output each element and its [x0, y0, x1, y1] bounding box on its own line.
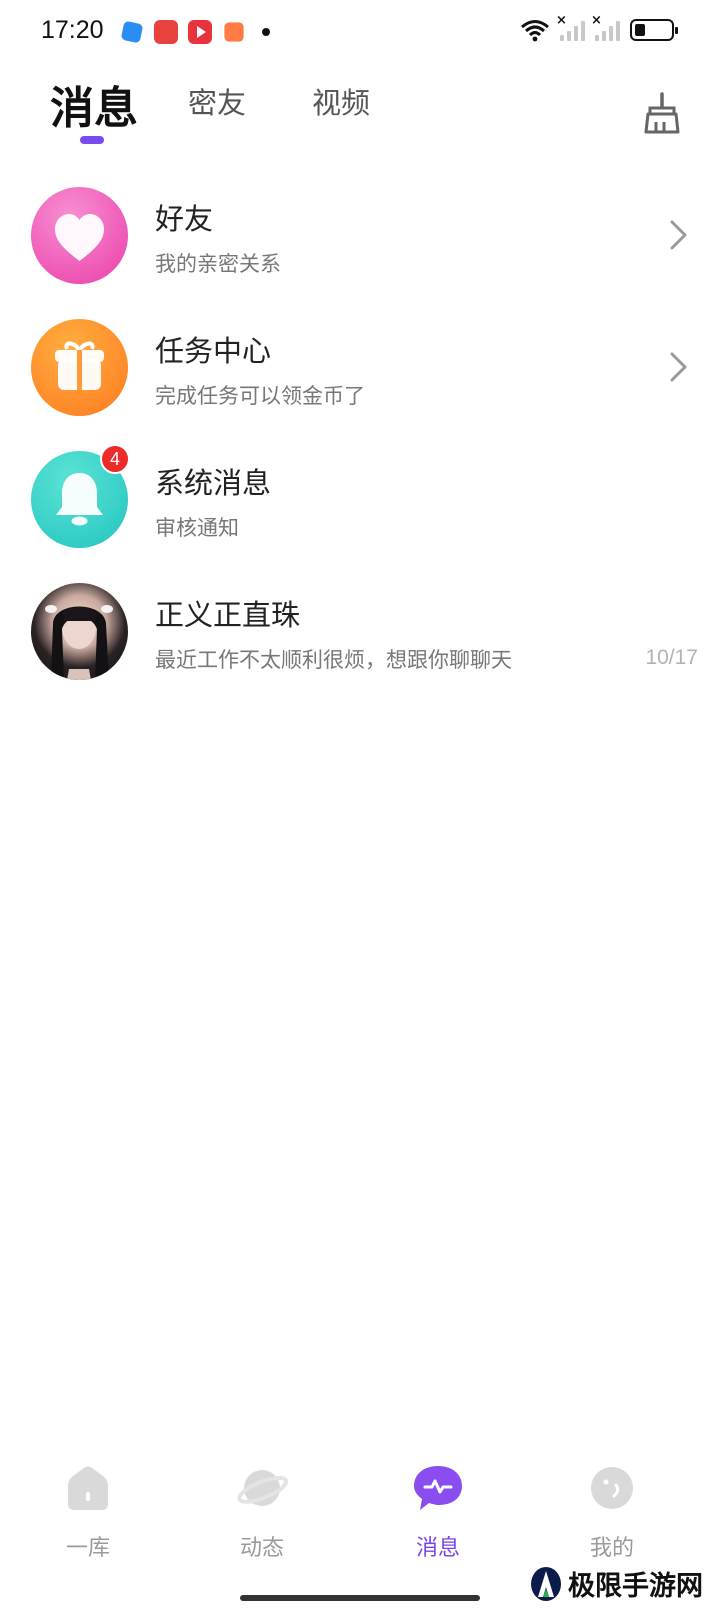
- nav-item-profile[interactable]: 我的: [552, 1462, 672, 1562]
- status-bar: 17:20 × ×: [0, 0, 720, 64]
- list-item-subtitle: 我的亲密关系: [155, 252, 281, 276]
- home-indicator[interactable]: [240, 1595, 480, 1601]
- system-status-icons: × ×: [520, 13, 678, 42]
- list-item-title: 系统消息: [155, 466, 272, 500]
- planet-icon: [237, 1470, 288, 1506]
- battery-level: [635, 24, 645, 36]
- battery-icon: [630, 19, 678, 41]
- tab-video[interactable]: 视频: [312, 80, 370, 122]
- app-notification-icon: [154, 20, 178, 44]
- home-icon: [68, 1466, 108, 1510]
- message-time: 10/17: [645, 646, 698, 669]
- face-icon: [591, 1467, 633, 1509]
- heart-icon: [55, 214, 104, 261]
- bottom-nav: 一库 动态 消息 我的: [0, 1462, 720, 1572]
- watermark: 极限手游网: [530, 1564, 703, 1603]
- list-item-subtitle: 完成任务可以领金币了: [155, 384, 365, 408]
- nav-item-feed[interactable]: 动态: [202, 1462, 322, 1562]
- app-notification-icon: [120, 20, 144, 44]
- tab-close-friends[interactable]: 密友: [188, 80, 246, 122]
- notification-icons: [120, 20, 270, 44]
- list-item-system-messages[interactable]: 4 系统消息 审核通知: [0, 444, 720, 576]
- signal-2-icon: ×: [591, 13, 620, 41]
- chevron-right-icon: [670, 352, 687, 382]
- status-time: 17:20: [41, 16, 104, 44]
- game-app-notification-icon: [224, 22, 244, 42]
- unread-count-badge: 4: [100, 444, 130, 474]
- list-item-task-center[interactable]: 任务中心 完成任务可以领金币了: [0, 312, 720, 444]
- broom-icon[interactable]: [642, 92, 682, 136]
- top-tab-bar: 消息 密友 视频: [0, 80, 720, 150]
- nav-label: 我的: [589, 1536, 634, 1561]
- nav-label: 动态: [239, 1536, 284, 1561]
- list-item-subtitle: 最近工作不太顺利很烦，想跟你聊聊天: [155, 648, 512, 672]
- list-item-title: 正义正直珠: [155, 598, 301, 632]
- nav-item-messages[interactable]: 消息: [378, 1462, 498, 1562]
- list-item-chat[interactable]: 正义正直珠 最近工作不太顺利很烦，想跟你聊聊天 10/17: [0, 576, 720, 708]
- watermark-logo-icon: [531, 1566, 561, 1601]
- more-notifications-dot: [262, 28, 270, 36]
- list-item-friends[interactable]: 好友 我的亲密关系: [0, 180, 720, 312]
- user-photo: [45, 605, 113, 680]
- gift-icon: [55, 341, 104, 390]
- user-avatar: [31, 583, 128, 680]
- tab-messages[interactable]: 消息: [50, 72, 138, 136]
- wifi-icon: [521, 20, 549, 42]
- list-item-title: 任务中心: [155, 334, 272, 368]
- nav-label: 消息: [415, 1536, 460, 1561]
- nav-label: 一库: [65, 1536, 110, 1561]
- list-item-subtitle: 审核通知: [155, 516, 239, 540]
- friends-avatar: [31, 187, 128, 284]
- chat-icon: [414, 1466, 462, 1510]
- chevron-right-icon: [670, 220, 687, 250]
- watermark-text: 极限手游网: [568, 1571, 703, 1602]
- signal-1-icon: ×: [556, 13, 585, 41]
- message-list: 好友 我的亲密关系 任务中心 完成任务可以领金币了 4 系统消息 审核通知 正义…: [0, 180, 720, 708]
- task-center-avatar: [31, 319, 128, 416]
- nav-item-home[interactable]: 一库: [28, 1462, 148, 1562]
- video-app-notification-icon: [188, 20, 212, 44]
- list-item-title: 好友: [155, 202, 214, 236]
- active-tab-indicator: [80, 136, 104, 144]
